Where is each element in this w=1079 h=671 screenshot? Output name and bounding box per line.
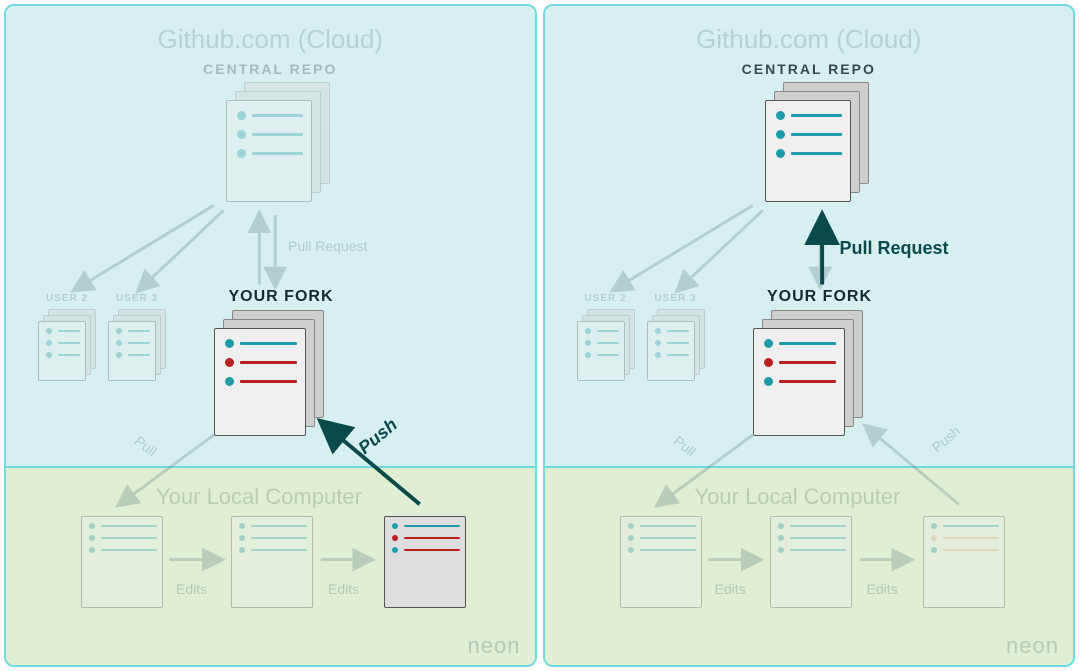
panel-left-push: Github.com (Cloud) CENTRAL REPO USER 2 U… (4, 4, 537, 667)
central-repo-icon (226, 82, 330, 202)
user2-label: USER 2 (38, 293, 96, 304)
local-doc-2-icon (231, 516, 319, 608)
your-fork-label: YOUR FORK (755, 288, 885, 306)
central-repo-icon (765, 82, 869, 202)
your-fork-icon (214, 310, 324, 436)
edits-label-2: Edits (867, 581, 898, 597)
local-doc-1-icon (620, 516, 708, 608)
user2-label: USER 2 (577, 293, 635, 304)
local-doc-2-icon (770, 516, 858, 608)
user3-label: USER 3 (647, 293, 705, 304)
user3-icon (108, 309, 166, 381)
pull-request-label: Pull Request (288, 238, 367, 254)
pull-request-label: Pull Request (840, 238, 949, 259)
your-fork-label: YOUR FORK (216, 288, 346, 306)
watermark: neon (1006, 633, 1059, 659)
local-doc-1-icon (81, 516, 169, 608)
local-doc-3-icon (384, 516, 472, 608)
edits-label-1: Edits (715, 581, 746, 597)
user2-icon (38, 309, 96, 381)
panel-right-pull-request: Github.com (Cloud) CENTRAL REPO USER 2 U… (543, 4, 1076, 667)
local-doc-3-icon (923, 516, 1011, 608)
edits-label-1: Edits (176, 581, 207, 597)
local-title: Your Local Computer (156, 484, 535, 510)
user2-icon (577, 309, 635, 381)
central-repo-label: CENTRAL REPO (6, 61, 535, 77)
your-fork-icon (753, 310, 863, 436)
user3-icon (647, 309, 705, 381)
cloud-title: Github.com (Cloud) (545, 24, 1074, 55)
watermark: neon (468, 633, 521, 659)
cloud-title: Github.com (Cloud) (6, 24, 535, 55)
central-repo-label: CENTRAL REPO (545, 61, 1074, 77)
local-title: Your Local Computer (695, 484, 1074, 510)
edits-label-2: Edits (328, 581, 359, 597)
user3-label: USER 3 (108, 293, 166, 304)
